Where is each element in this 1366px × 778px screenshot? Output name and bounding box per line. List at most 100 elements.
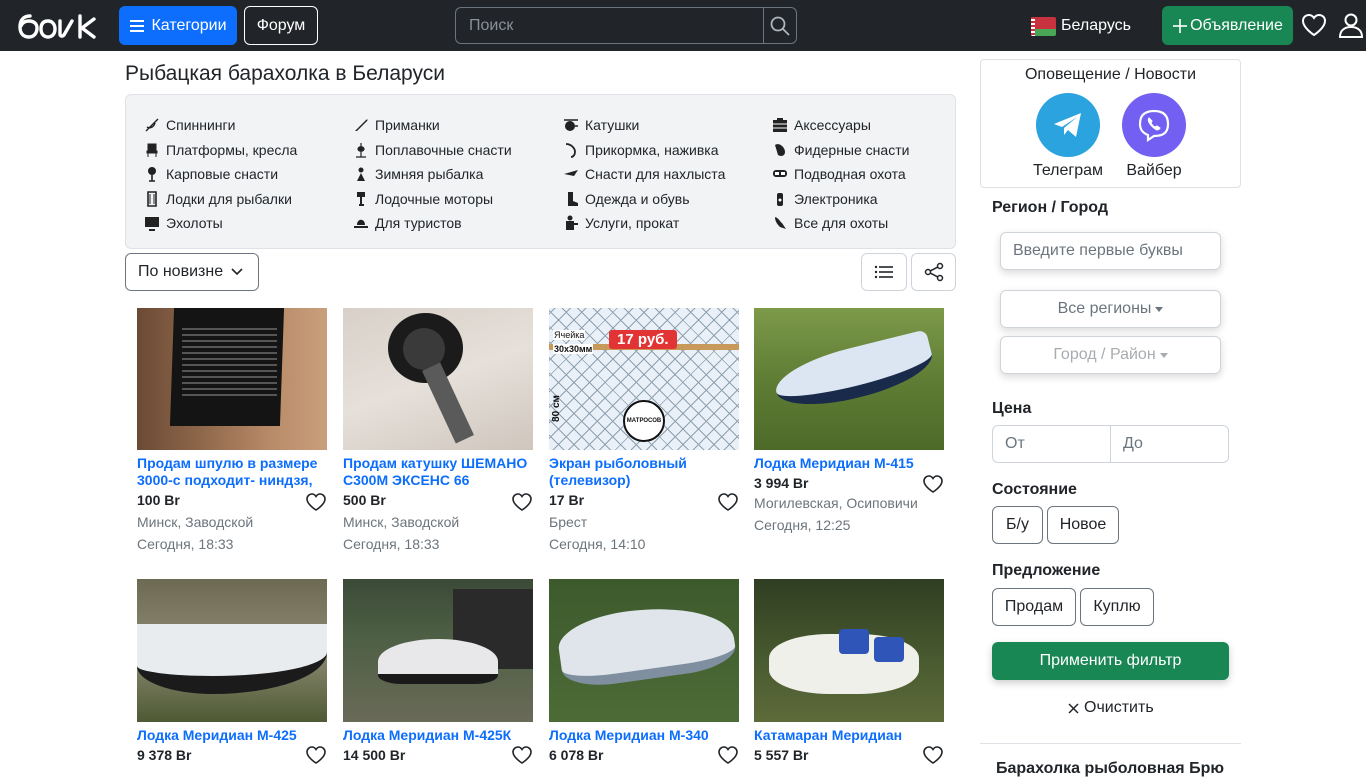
caret-down-icon [1155, 306, 1164, 312]
listing-photo[interactable]: Ячейка 30х30мм 17 руб. 80 см МАТРОСОВ [549, 308, 739, 450]
favorite-heart-icon[interactable] [922, 473, 944, 495]
listing-photo[interactable] [137, 308, 327, 450]
listing-card[interactable]: Лодка Меридиан М-340 6 078 Br [549, 579, 739, 766]
share-button[interactable] [911, 253, 956, 291]
listing-card[interactable]: Лодка Меридиан М-415 3 994 Br Могилевска… [754, 308, 944, 533]
all-regions-dropdown[interactable]: Все регионы [1000, 290, 1221, 328]
offer-sell-toggle[interactable]: Продам [992, 588, 1076, 626]
telegram-link[interactable]: Телеграм [1028, 93, 1108, 180]
category-electronics[interactable]: Электроника [772, 187, 909, 212]
condition-used-toggle[interactable]: Б/у [992, 506, 1043, 544]
category-winter[interactable]: Зимняя рыбалка [353, 162, 512, 187]
category-spinning[interactable]: Спиннинги [144, 113, 297, 138]
category-reels[interactable]: Катушки [563, 113, 725, 138]
country-label: Беларусь [1061, 17, 1131, 34]
category-feeder[interactable]: Фидерные снасти [772, 138, 909, 163]
close-icon [1068, 702, 1079, 714]
country-selector[interactable]: Беларусь [1031, 13, 1131, 39]
boat-icon [147, 190, 157, 207]
site-logo[interactable] [16, 10, 100, 42]
search-button[interactable] [763, 7, 797, 44]
listing-title[interactable]: Катамаран Меридиан [754, 727, 944, 744]
favorite-heart-icon[interactable] [305, 744, 327, 766]
listing-title[interactable]: Продам катушку ШЕМАНО С300М ЭКСЕНС 66 [343, 455, 533, 489]
offer-buy-toggle[interactable]: Куплю [1080, 588, 1154, 626]
listing-date: Сегодня, 14:10 [549, 536, 646, 552]
boot-icon [568, 191, 578, 206]
listing-location: Могилевская, Осиповичи [754, 495, 918, 511]
chair-icon [146, 143, 158, 157]
forum-button[interactable]: Форум [244, 6, 318, 45]
listing-title[interactable]: Лодка Меридиан М-415 [754, 455, 944, 472]
listing-title[interactable]: Продам шпулю в размере 3000-с подходит- … [137, 455, 327, 489]
list-view-button[interactable] [861, 253, 907, 291]
listing-photo[interactable] [343, 308, 533, 450]
listing-price: 500 Br [343, 492, 386, 508]
listing-date: Сегодня, 12:25 [754, 517, 851, 533]
listing-photo[interactable] [754, 579, 944, 722]
favorite-heart-icon[interactable] [511, 491, 533, 513]
user-profile-icon[interactable] [1337, 11, 1365, 39]
carp-tackle-icon [148, 167, 156, 183]
region-search-input[interactable]: Введите первые буквы [1000, 232, 1221, 270]
listing-card[interactable]: Ячейка 30х30мм 17 руб. 80 см МАТРОСОВ Эк… [549, 308, 739, 552]
category-carp[interactable]: Карповые снасти [144, 162, 297, 187]
category-float-tackle[interactable]: Поплавочные снасти [353, 138, 512, 163]
condition-heading: Состояние [992, 481, 1077, 498]
listing-card[interactable]: Продам катушку ШЕМАНО С300М ЭКСЕНС 66 50… [343, 308, 533, 552]
page-title: Рыбацкая барахолка в Беларуси [125, 62, 445, 85]
caret-down-icon [1159, 352, 1168, 358]
listing-card[interactable]: Лодка Меридиан М-425К 14 500 Br [343, 579, 533, 766]
listing-card[interactable]: Лодка Меридиан М-425 9 378 Br [137, 579, 327, 766]
category-motors[interactable]: Лодочные моторы [353, 187, 512, 212]
services-icon [566, 215, 578, 231]
listing-title[interactable]: Лодка Меридиан М-425К [343, 727, 533, 744]
condition-new-toggle[interactable]: Новое [1047, 506, 1119, 544]
category-accessories[interactable]: Аксессуары [772, 113, 909, 138]
category-echo-sounders[interactable]: Эхолоты [144, 211, 297, 236]
favorite-heart-icon[interactable] [717, 491, 739, 513]
category-clothes[interactable]: Одежда и обувь [563, 187, 725, 212]
categories-button[interactable]: Категории [119, 6, 237, 45]
category-boats[interactable]: Лодки для рыбалки [144, 187, 297, 212]
search-input[interactable] [455, 7, 763, 44]
listing-card[interactable]: Катамаран Меридиан 5 557 Br [754, 579, 944, 766]
category-spearfishing[interactable]: Подводная охота [772, 162, 909, 187]
category-panel: Спиннинги Платформы, кресла Карповые сна… [125, 94, 956, 249]
price-to-input[interactable]: До [1110, 425, 1229, 463]
winter-fishing-icon [357, 167, 365, 182]
category-tourists[interactable]: Для туристов [353, 211, 512, 236]
listing-card[interactable]: Продам шпулю в размере 3000-с подходит- … [137, 308, 327, 552]
listing-photo[interactable] [343, 579, 533, 722]
listing-photo[interactable] [754, 308, 944, 450]
net-height-label: 80 см [550, 395, 562, 422]
boat-motor-icon [357, 191, 365, 206]
favorite-heart-icon[interactable] [511, 744, 533, 766]
category-platforms[interactable]: Платформы, кресла [144, 138, 297, 163]
listing-title[interactable]: Лодка Меридиан М-425 [137, 727, 327, 744]
category-column-2: Приманки Поплавочные снасти Зимняя рыбал… [353, 113, 512, 236]
category-lures[interactable]: Приманки [353, 113, 512, 138]
listing-photo[interactable] [549, 579, 739, 722]
add-ad-button[interactable]: Объявление [1162, 6, 1293, 45]
listing-photo[interactable] [137, 579, 327, 722]
category-column-1: Спиннинги Платформы, кресла Карповые сна… [144, 113, 297, 236]
category-hunting[interactable]: Все для охоты [772, 211, 909, 236]
price-from-input[interactable]: От [992, 425, 1111, 463]
category-bait[interactable]: Прикормка, наживка [563, 138, 725, 163]
clear-filter-button[interactable]: Очистить [1068, 699, 1154, 717]
favorite-heart-icon[interactable] [305, 491, 327, 513]
viber-link[interactable]: Вайбер [1114, 93, 1194, 180]
listing-title[interactable]: Экран рыболовный (телевизор) [549, 455, 739, 489]
listing-title[interactable]: Лодка Меридиан М-340 [549, 727, 739, 744]
favorite-heart-icon[interactable] [717, 744, 739, 766]
apply-filter-button[interactable]: Применить фильтр [992, 642, 1229, 680]
mesh-size-value: 30х30мм [553, 344, 594, 354]
listing-date: Сегодня, 18:33 [137, 536, 234, 552]
category-fly-fishing[interactable]: Снасти для нахлыста [563, 162, 725, 187]
favorites-heart-icon[interactable] [1300, 11, 1328, 39]
category-services[interactable]: Услуги, прокат [563, 211, 725, 236]
sort-dropdown[interactable]: По новизне [125, 253, 259, 291]
favorite-heart-icon[interactable] [922, 744, 944, 766]
city-district-dropdown[interactable]: Город / Район [1000, 336, 1221, 374]
